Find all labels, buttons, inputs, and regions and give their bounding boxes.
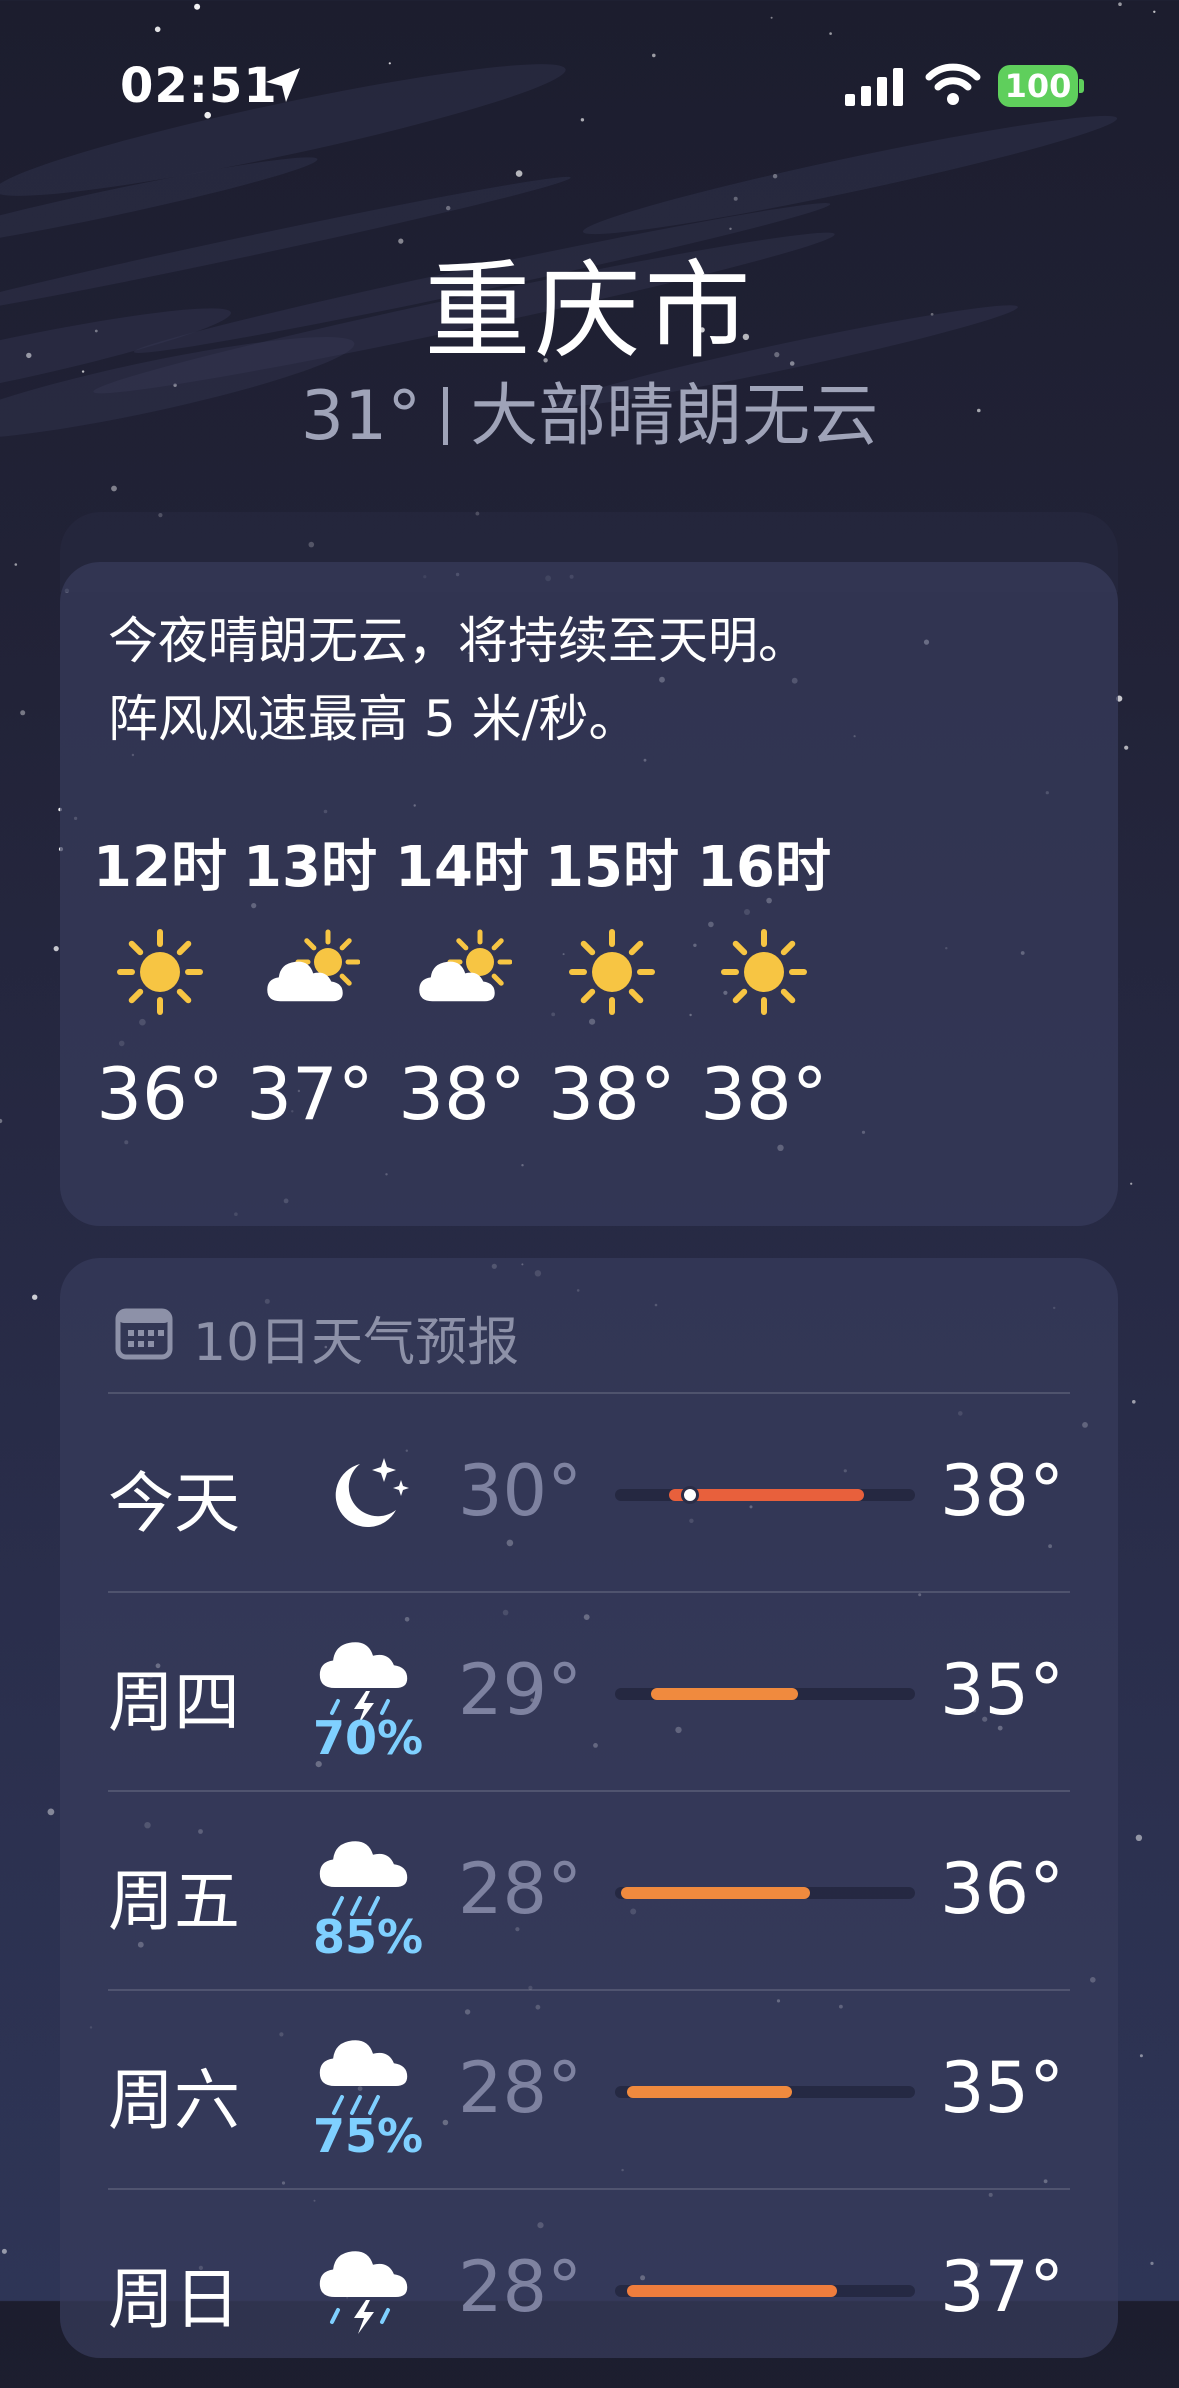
row-divider: [108, 1989, 1070, 1991]
current-temperature: 31°: [300, 377, 422, 456]
battery-icon: 100: [998, 65, 1078, 107]
high-temperature: 35°: [940, 2047, 1065, 2129]
row-divider: [108, 1790, 1070, 1792]
moon-stars-icon: [308, 1444, 418, 1544]
wifi-icon: [925, 63, 981, 105]
row-divider: [108, 1392, 1070, 1394]
hour-label: 16时: [697, 835, 831, 900]
summary-line: 今夜晴朗无云，将持续至天明。: [108, 612, 808, 670]
temperature-range-fill: [627, 2285, 837, 2297]
temperature-range-bar: [615, 1486, 915, 1504]
day-label: 今天: [108, 1465, 240, 1542]
row-divider: [108, 2188, 1070, 2190]
precipitation-chance: 70%: [312, 1711, 424, 1765]
temperature-range-fill: [651, 1688, 798, 1700]
low-temperature: 28°: [458, 2047, 583, 2129]
high-temperature: 38°: [940, 1450, 1065, 1532]
condition-text: 大部晴朗无云: [470, 377, 879, 456]
status-time: 02:51: [120, 58, 278, 114]
temperature-range-bar: [615, 1887, 915, 1899]
city-name: 重庆市: [424, 250, 755, 373]
thunderstorm-icon: [308, 2240, 418, 2340]
hourly-scroll[interactable]: 12时 36° 13时 37° 14时 38° 15时 38° 16时 38°: [60, 822, 1118, 1202]
partly-cloudy-icon: [260, 922, 361, 1022]
partly-cloudy-icon: [412, 922, 513, 1022]
high-temperature: 36°: [940, 1848, 1065, 1930]
ten-day-forecast-card[interactable]: 10日天气预报 今天 30° 38° 周四 70% 29° 35° 周五 85% 28° 36° 周六…: [60, 1258, 1118, 2358]
temperature-range-bar: [615, 1688, 915, 1700]
day-label: 周六: [108, 2062, 240, 2139]
sun-icon: [110, 922, 210, 1022]
current-temperature-dot: [681, 1486, 699, 1504]
hourly-forecast-card[interactable]: 今夜晴朗无云，将持续至天明。 阵风风速最高 5 米/秒。 12时 36° 13时 37…: [60, 562, 1118, 1226]
sun-icon: [714, 922, 814, 1022]
temperature-range-bar: [615, 2285, 915, 2297]
low-temperature: 28°: [458, 2246, 583, 2328]
forecast-row[interactable]: 今天 30° 38°: [60, 1394, 1118, 1592]
forecast-row[interactable]: 周五 85% 28° 36°: [60, 1792, 1118, 1990]
day-label: 周四: [108, 1664, 240, 1741]
hour-temperature: 38°: [700, 1052, 828, 1136]
forecast-row[interactable]: 周六 75% 28° 35°: [60, 1991, 1118, 2189]
high-temperature: 37°: [940, 2246, 1065, 2328]
temperature-range-bar: [615, 2086, 915, 2098]
low-temperature: 29°: [458, 1649, 583, 1731]
separator: [443, 387, 449, 445]
sun-icon: [562, 922, 662, 1022]
forecast-row[interactable]: 周四 70% 29° 35°: [60, 1593, 1118, 1791]
precipitation-chance: 75%: [312, 2109, 424, 2163]
forecast-title: 10日天气预报: [193, 1313, 520, 1373]
precipitation-chance: 85%: [312, 1910, 424, 1964]
temperature-range-fill: [627, 2086, 792, 2098]
low-temperature: 28°: [458, 1848, 583, 1930]
battery-tip: [1079, 79, 1084, 93]
high-temperature: 35°: [940, 1649, 1065, 1731]
hourly-summary: 今夜晴朗无云，将持续至天明。 阵风风速最高 5 米/秒。: [108, 602, 1068, 758]
low-temperature: 30°: [458, 1450, 583, 1532]
day-label: 周五: [108, 1863, 240, 1940]
cellular-signal-icon: [845, 68, 903, 106]
calendar-icon: [115, 1308, 173, 1360]
current-conditions: 31° 大部晴朗无云: [0, 360, 1179, 459]
row-divider: [108, 1591, 1070, 1593]
status-bar: 02:51 100: [0, 0, 1179, 175]
day-label: 周日: [108, 2261, 240, 2338]
summary-line: 阵风风速最高 5 米/秒。: [108, 690, 639, 748]
temperature-range-fill: [621, 1887, 810, 1899]
forecast-row[interactable]: 周日 28° 37°: [60, 2190, 1118, 2388]
location-arrow-icon: [266, 68, 300, 102]
